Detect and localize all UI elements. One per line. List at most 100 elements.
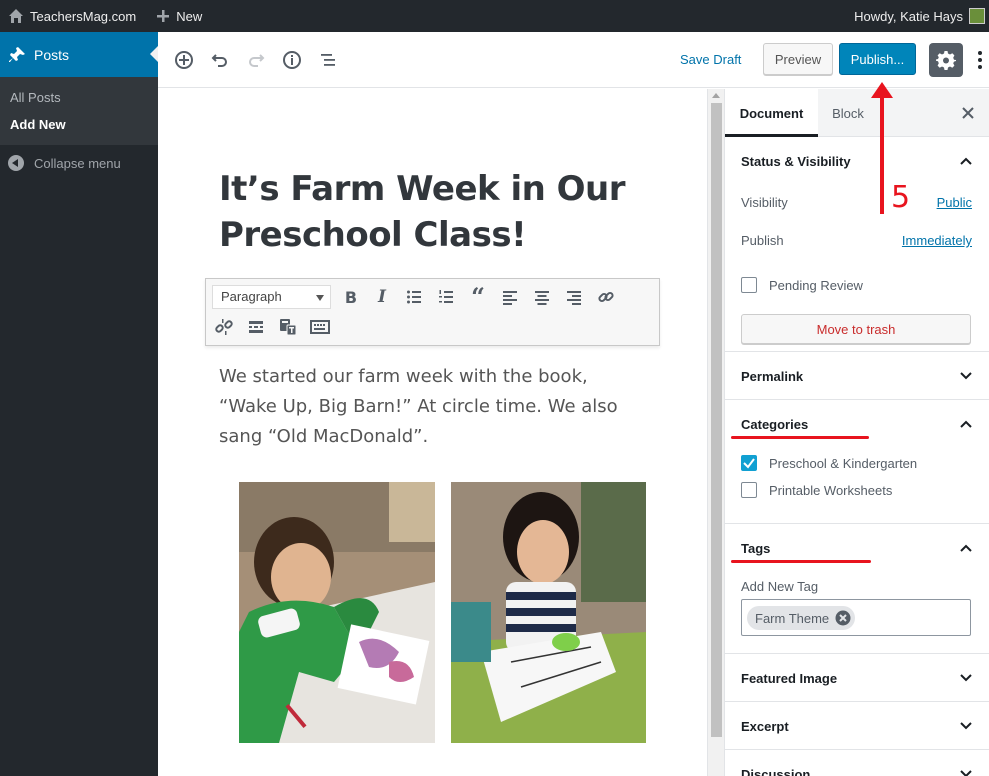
submenu-all-posts[interactable]: All Posts (0, 84, 158, 111)
category-checkbox-printable[interactable] (741, 482, 757, 498)
category-checkbox-preschool[interactable] (741, 455, 757, 471)
chevron-down-icon (960, 770, 972, 776)
categories-toggle[interactable]: Categories (725, 400, 989, 448)
category-label-preschool: Preschool & Kindergarten (769, 456, 918, 471)
numbered-list-button[interactable] (434, 285, 458, 309)
sidebar-tabs: Document Block (725, 89, 989, 137)
align-center-button[interactable] (530, 285, 554, 309)
gallery-image-1[interactable] (239, 482, 435, 743)
read-more-button[interactable] (244, 315, 268, 339)
tag-chip: Farm Theme (747, 606, 856, 630)
scrollbar-thumb[interactable] (711, 103, 722, 737)
menu-item-posts[interactable]: Posts (0, 32, 158, 77)
editor-header: Save Draft Preview Publish... (158, 32, 989, 88)
chevron-up-icon (960, 544, 972, 552)
publish-label: Publish (741, 233, 784, 248)
tab-document[interactable]: Document (725, 89, 818, 137)
discussion-toggle[interactable]: Discussion (725, 750, 989, 776)
italic-button[interactable]: I (370, 285, 394, 309)
content-info-button[interactable] (280, 48, 304, 72)
featured-image-toggle[interactable]: Featured Image (725, 654, 989, 702)
redo-icon (249, 54, 265, 67)
visibility-label: Visibility (741, 195, 788, 210)
undo-icon (211, 54, 227, 67)
gallery-image-2[interactable] (451, 482, 646, 743)
align-left-button[interactable] (498, 285, 522, 309)
more-menu-button[interactable] (975, 50, 985, 70)
tags-panel: Tags Add New Tag Farm Theme (725, 524, 989, 654)
publish-button[interactable]: Publish... (839, 43, 916, 75)
status-visibility-toggle[interactable]: Status & Visibility (725, 137, 989, 185)
remove-tag-icon[interactable] (835, 610, 851, 626)
new-content-link[interactable]: New (148, 0, 210, 32)
align-right-button[interactable] (562, 285, 586, 309)
close-sidebar-button[interactable] (959, 104, 977, 122)
bold-button[interactable]: B (339, 285, 363, 309)
block-navigation-button[interactable] (316, 48, 340, 72)
tags-toggle[interactable]: Tags (725, 524, 989, 572)
undo-button[interactable] (208, 48, 232, 72)
keyboard-shortcuts-button[interactable] (308, 315, 332, 339)
post-title-input[interactable]: It’s Farm Week in Our Preschool Class! (219, 166, 639, 258)
save-draft-button[interactable]: Save Draft (680, 52, 741, 67)
checkmark-icon (743, 458, 755, 469)
blockquote-button[interactable]: “ (466, 282, 490, 311)
unlink-button[interactable] (212, 315, 236, 339)
scroll-up-arrow-icon[interactable] (712, 93, 720, 98)
excerpt-panel: Excerpt (725, 702, 989, 750)
settings-button[interactable] (929, 43, 963, 77)
gear-icon (936, 51, 956, 70)
posts-submenu: All Posts Add New (0, 77, 158, 145)
tag-input-field[interactable]: Farm Theme (741, 599, 971, 636)
classic-block-toolbar: Paragraph B I “ (205, 278, 660, 346)
bullet-list-button[interactable] (402, 285, 426, 309)
move-to-trash-button[interactable]: Move to trash (741, 314, 971, 344)
collapse-menu-button[interactable]: Collapse menu (0, 145, 158, 181)
collapse-label: Collapse menu (34, 155, 121, 171)
publish-row: Publish Immediately (725, 223, 989, 261)
paste-as-text-button[interactable] (276, 315, 300, 339)
preview-button[interactable]: Preview (763, 43, 833, 75)
submenu-add-new[interactable]: Add New (0, 111, 158, 138)
site-name: TeachersMag.com (30, 8, 137, 24)
chevron-up-icon (960, 420, 972, 428)
featured-image-title: Featured Image (741, 670, 838, 686)
featured-image-panel: Featured Image (725, 654, 989, 702)
read-more-icon (249, 321, 263, 333)
discussion-panel: Discussion (725, 750, 989, 776)
tag-chip-label: Farm Theme (755, 610, 830, 626)
add-block-button[interactable] (172, 48, 196, 72)
plus-circle-icon (175, 51, 193, 69)
publish-date-link[interactable]: Immediately (902, 233, 972, 248)
permalink-toggle[interactable]: Permalink (725, 352, 989, 400)
site-name-link[interactable]: TeachersMag.com (0, 0, 144, 32)
insert-link-button[interactable] (594, 285, 618, 309)
chevron-down-icon (960, 722, 972, 730)
collapse-arrow-icon (8, 155, 24, 171)
tags-title: Tags (741, 540, 771, 556)
permalink-title: Permalink (741, 368, 804, 384)
align-left-icon (503, 291, 517, 305)
photo-girl-cutting (451, 482, 646, 743)
format-select[interactable]: Paragraph (212, 285, 331, 309)
visibility-value-link[interactable]: Public (937, 195, 972, 210)
chevron-up-icon (960, 157, 972, 165)
annotation-underline-categories (731, 436, 869, 439)
admin-menu: Posts All Posts Add New Collapse menu (0, 32, 158, 776)
discussion-title: Discussion (741, 766, 811, 776)
status-visibility-panel: Status & Visibility Visibility Public Pu… (725, 137, 989, 352)
bold-icon: B (344, 287, 358, 307)
admin-bar: TeachersMag.com New Howdy, Katie Hays (0, 0, 989, 32)
avatar (969, 8, 985, 24)
photo-girl-coloring (239, 482, 435, 743)
menu-posts-label: Posts (34, 46, 70, 63)
editor-scrollbar[interactable] (707, 89, 724, 776)
redo-button[interactable] (244, 48, 268, 72)
visibility-row: Visibility Public (725, 185, 989, 223)
excerpt-toggle[interactable]: Excerpt (725, 702, 989, 750)
link-icon (598, 291, 614, 303)
pending-review-checkbox[interactable] (741, 277, 757, 293)
my-account-link[interactable]: Howdy, Katie Hays (854, 0, 989, 32)
paragraph-block[interactable]: We started our farm week with the book, … (219, 362, 649, 452)
info-icon (283, 51, 301, 69)
